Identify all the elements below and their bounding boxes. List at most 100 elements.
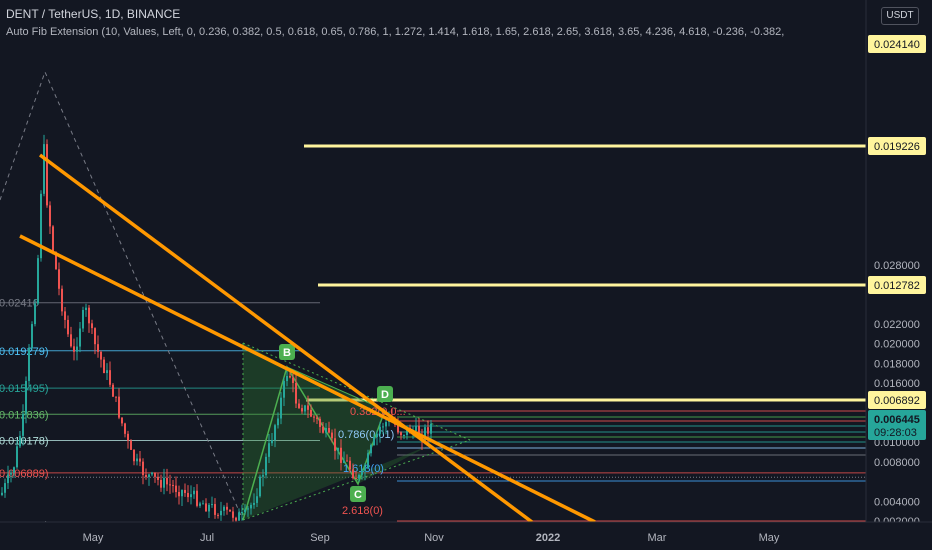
candle-body [235, 517, 237, 521]
candle-body [289, 375, 291, 378]
candle-body [247, 508, 249, 510]
price-tick-label: 0.016000 [874, 378, 920, 390]
pattern-fib-label: 2.618(0) [342, 505, 383, 517]
time-tick-label: May [759, 532, 780, 544]
candle-body [202, 503, 204, 505]
candle-body [49, 205, 51, 227]
candle-body [118, 396, 120, 418]
candle-body [376, 433, 378, 438]
candle-body [88, 307, 90, 324]
candle-body [169, 484, 171, 486]
time-axis-bg [0, 522, 932, 550]
candle-body [139, 458, 141, 462]
candles [1, 134, 432, 525]
time-tick-label: Jul [200, 532, 214, 544]
candle-body [283, 381, 285, 398]
fib-lines: 0.02416 0.019279) 0.015495) 0.012836) 0.0101… [0, 70, 866, 532]
candle-body [427, 427, 429, 434]
candle-body [292, 377, 294, 383]
time-tick-label: Mar [648, 532, 667, 544]
candle-body [325, 428, 327, 433]
symbol-title: DENT / TetherUS, 1D, BINANCE [6, 7, 181, 21]
candle-body [310, 409, 312, 417]
candle-body [124, 423, 126, 434]
candle-body [70, 334, 72, 347]
candle-body [328, 428, 330, 433]
candle-body [160, 479, 162, 488]
candle-body [142, 461, 144, 475]
candle-body [151, 472, 153, 475]
candle-body [373, 437, 375, 446]
candle-body [361, 470, 363, 475]
price-tick-label: 0.004000 [874, 496, 920, 508]
candle-body [181, 489, 183, 497]
candle-body [268, 443, 270, 457]
chart-area[interactable]: 0.02416 0.019279) 0.015495) 0.012836) 0.0101… [0, 0, 932, 550]
candle-body [34, 303, 36, 325]
currency-badge[interactable]: USDT [881, 7, 919, 25]
candle-body [133, 449, 135, 462]
candle-body [166, 477, 168, 485]
candle-body [286, 375, 288, 382]
candle-body [250, 504, 252, 509]
fib-level-label: 0.02416 [0, 298, 39, 310]
candle-body [262, 475, 264, 477]
candle-body [127, 433, 129, 441]
candle-body [94, 328, 96, 345]
fib-level-label: 0.015495) [0, 383, 49, 395]
candle-body [19, 435, 21, 447]
candle-body [115, 396, 117, 398]
candle-body [157, 476, 159, 480]
candle-body [334, 438, 336, 451]
candle-body [1, 492, 3, 495]
candle-body [4, 483, 6, 493]
candle-body [364, 468, 366, 471]
candle-body [340, 447, 342, 463]
candle-body [358, 474, 360, 479]
price-tick-label: 0.028000 [874, 260, 920, 272]
candle-body [136, 458, 138, 462]
highlight-price-tag-text: 0.012782 [874, 280, 920, 292]
candle-body [355, 478, 357, 480]
candle-body [178, 492, 180, 497]
candle-body [301, 408, 303, 412]
price-tick-label: 0.008000 [874, 457, 920, 469]
candle-body [379, 426, 381, 434]
candle-body [148, 474, 150, 478]
candle-body [319, 418, 321, 427]
candle-body [190, 494, 192, 498]
candle-body [211, 504, 213, 506]
candle-body [91, 323, 93, 329]
candle-body [430, 423, 432, 434]
highlight-price-tag-text: 0.006892 [874, 395, 920, 407]
indicator-legend[interactable]: Auto Fib Extension (10, Values, Left, 0,… [6, 26, 862, 38]
candle-body [106, 370, 108, 374]
candle-body [370, 445, 372, 454]
candle-body [343, 460, 345, 463]
fib-level-label: 0.012836) [0, 409, 49, 421]
fib-level-label: 0.010178) [0, 435, 49, 447]
candle-body [13, 467, 15, 473]
pattern-point-label: B [283, 347, 291, 359]
candle-body [61, 288, 63, 312]
candle-body [346, 460, 348, 462]
candle-body [79, 328, 81, 347]
candle-body [46, 144, 48, 206]
candle-body [349, 460, 351, 470]
candle-body [112, 384, 114, 397]
candle-body [196, 490, 198, 506]
candle-body [37, 258, 39, 304]
candle-body [367, 453, 369, 469]
candle-body [298, 403, 300, 409]
candle-body [175, 485, 177, 493]
candle-body [253, 502, 255, 505]
candle-body [58, 269, 60, 289]
candle-body [304, 405, 306, 412]
fib-level-label: 0.019279) [0, 346, 49, 358]
candle-body [16, 446, 18, 468]
candle-body [22, 413, 24, 436]
candle-body [277, 418, 279, 426]
candle-body [7, 474, 9, 484]
candle-body [10, 472, 12, 475]
time-tick-label: Nov [424, 532, 444, 544]
